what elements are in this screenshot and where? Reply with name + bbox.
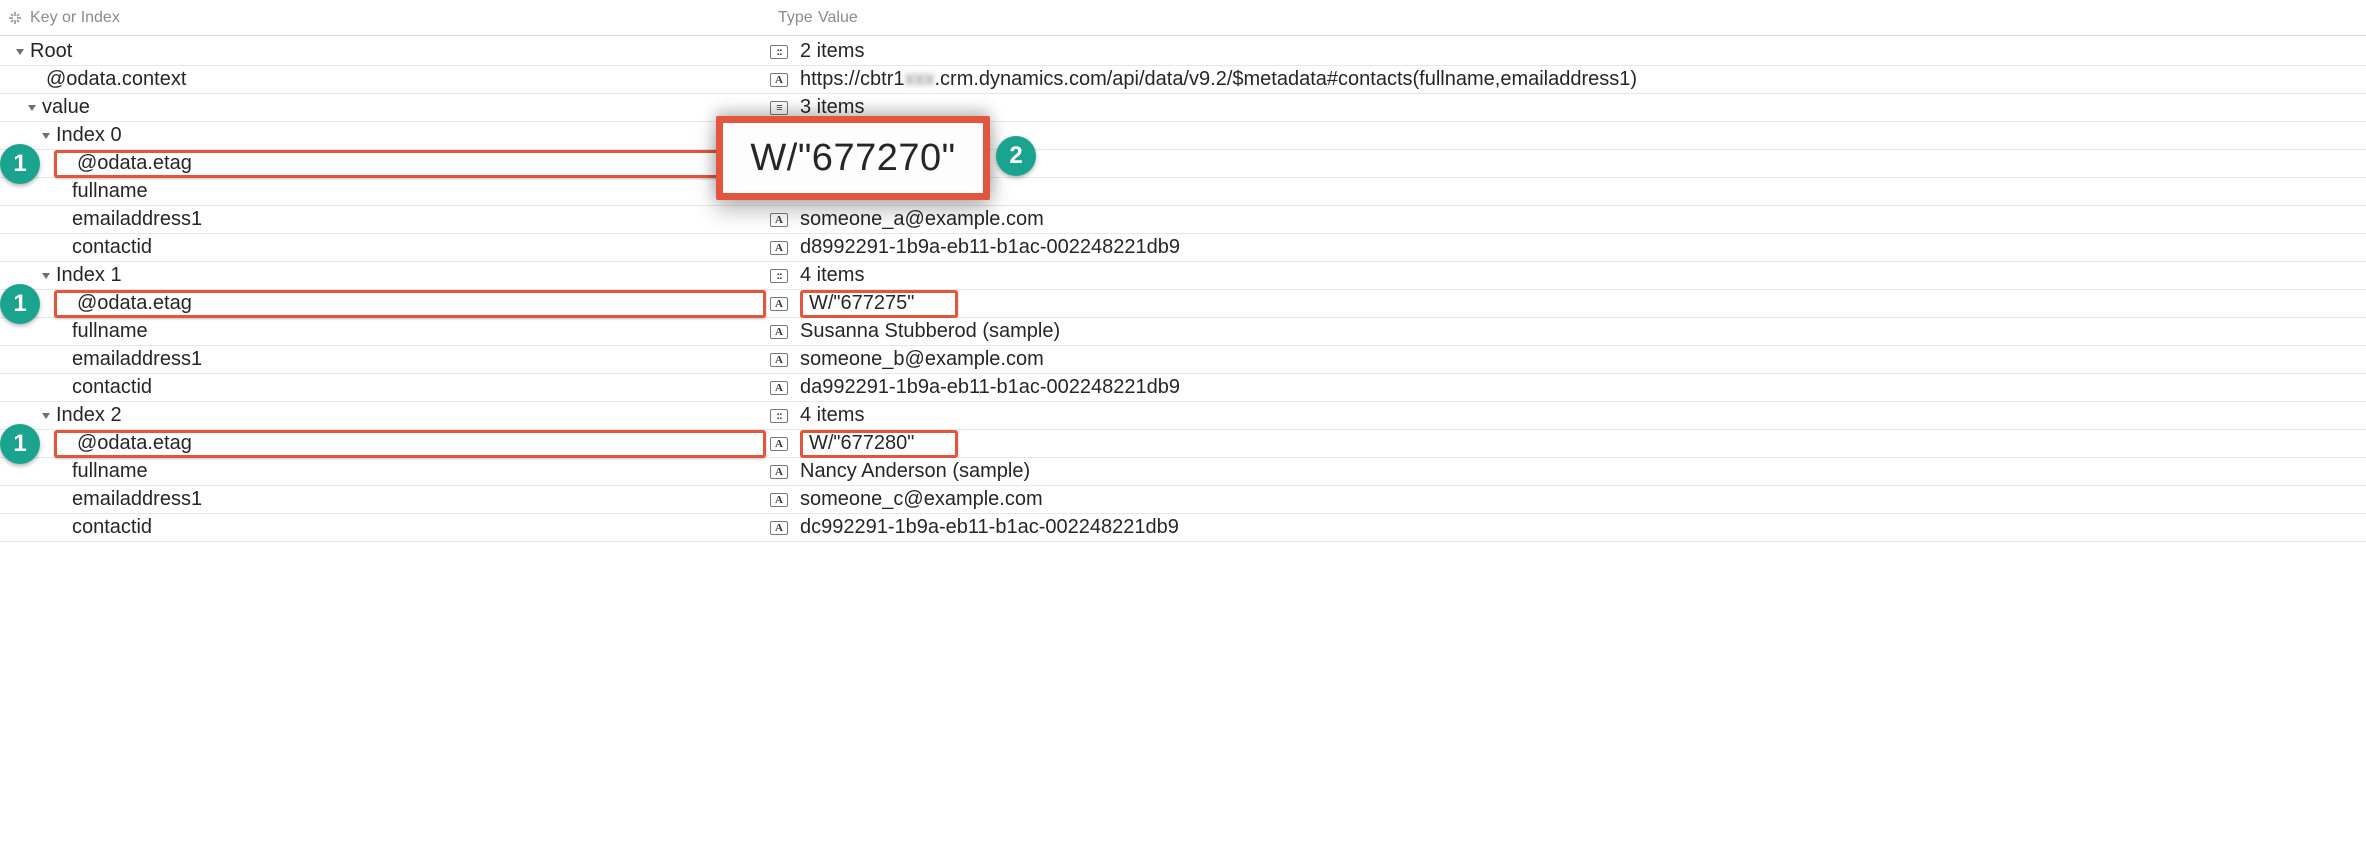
row-index-2-contactid[interactable]: contactid A dc992291-1b9a-eb11-b1ac-0022… (0, 514, 2366, 542)
callout-2: 2 (996, 136, 1036, 176)
zoom-value-box: W/"677270" (716, 116, 990, 200)
row-index-1-fullname[interactable]: fullname A Susanna Stubberod (sample) (0, 318, 2366, 346)
key-label: Index 2 (56, 404, 122, 427)
value-text: dc992291-1b9a-eb11-b1ac-002248221db9 (800, 516, 2360, 539)
type-string-icon: A (770, 381, 788, 395)
key-label: @odata.context (46, 68, 186, 91)
toggle-icon[interactable] (36, 122, 56, 150)
key-label: Index 0 (56, 124, 122, 147)
type-object-icon: :: (770, 269, 788, 283)
toggle-icon[interactable] (36, 402, 56, 430)
key-label: emailaddress1 (72, 348, 202, 371)
row-index-2-fullname[interactable]: fullname A Nancy Anderson (sample) (0, 458, 2366, 486)
value-text: someone_a@example.com (800, 208, 2360, 231)
key-label: contactid (72, 516, 152, 539)
value-text: Nancy Anderson (sample) (800, 460, 2360, 483)
type-string-icon: A (770, 297, 788, 311)
key-label: emailaddress1 (72, 488, 202, 511)
row-root[interactable]: Root :: 2 items (0, 38, 2366, 66)
zoom-value-text: W/"677270" (750, 137, 955, 180)
key-label: fullname (72, 460, 148, 483)
highlight-key-frame: @odata.etag (54, 430, 766, 458)
value-text: someone_c@example.com (800, 488, 2360, 511)
row-index-1-email[interactable]: emailaddress1 A someone_b@example.com (0, 346, 2366, 374)
header-value-label: Value (818, 9, 2366, 27)
highlight-value-frame: W/"677280" (800, 430, 958, 458)
row-index-1-etag[interactable]: 1 @odata.etag A W/"677275" (0, 290, 2366, 318)
value-text: https://cbtr1xxx.crm.dynamics.com/api/da… (800, 68, 2360, 91)
toggle-icon[interactable] (22, 94, 42, 122)
key-label: @odata.etag (63, 432, 192, 455)
row-index-1[interactable]: Index 1 :: 4 items (0, 262, 2366, 290)
row-index-2-email[interactable]: emailaddress1 A someone_c@example.com (0, 486, 2366, 514)
row-index-0-fullname[interactable]: fullname (0, 178, 2366, 206)
value-redacted: xxx (905, 68, 935, 90)
tree: Root :: 2 items @odata.context A https:/… (0, 36, 2366, 542)
type-string-icon: A (770, 241, 788, 255)
header-row: Key or Index Type Value (0, 0, 2366, 36)
key-label: value (42, 96, 90, 119)
value-suffix: .crm.dynamics.com/api/data/v9.2/$metadat… (935, 68, 1638, 90)
row-index-2[interactable]: Index 2 :: 4 items (0, 402, 2366, 430)
row-odata-context[interactable]: @odata.context A https://cbtr1xxx.crm.dy… (0, 66, 2366, 94)
key-label: @odata.etag (63, 152, 192, 175)
type-string-icon: A (770, 437, 788, 451)
row-index-0-email[interactable]: emailaddress1 A someone_a@example.com (0, 206, 2366, 234)
row-index-0[interactable]: Index 0 (0, 122, 2366, 150)
value-text: 2 items (800, 40, 2360, 63)
highlight-key-frame: @odata.etag (54, 150, 766, 178)
key-label: @odata.etag (63, 292, 192, 315)
value-text: W/"677275" (800, 290, 2360, 318)
type-string-icon: A (770, 325, 788, 339)
type-object-icon: :: (770, 45, 788, 59)
type-string-icon: A (770, 493, 788, 507)
value-text: d8992291-1b9a-eb11-b1ac-002248221db9 (800, 236, 2360, 259)
header-key-label: Key or Index (30, 9, 778, 27)
highlight-value-frame: W/"677275" (800, 290, 958, 318)
row-index-2-etag[interactable]: 1 @odata.etag A W/"677280" (0, 430, 2366, 458)
key-label: Root (30, 40, 72, 63)
type-string-icon: A (770, 73, 788, 87)
value-text: da992291-1b9a-eb11-b1ac-002248221db9 (800, 376, 2360, 399)
value-text: W/"677280" (800, 430, 2360, 458)
highlight-key-frame: @odata.etag (54, 290, 766, 318)
etag-value: W/"677275" (809, 292, 914, 315)
value-text: someone_b@example.com (800, 348, 2360, 371)
row-value-array[interactable]: value ≡ 3 items (0, 94, 2366, 122)
key-label: contactid (72, 236, 152, 259)
row-index-0-contactid[interactable]: contactid A d8992291-1b9a-eb11-b1ac-0022… (0, 234, 2366, 262)
toggle-icon[interactable] (10, 38, 30, 66)
key-label: fullname (72, 320, 148, 343)
row-index-0-etag[interactable]: 1 @odata.etag (0, 150, 2366, 178)
type-string-icon: A (770, 465, 788, 479)
type-array-icon: ≡ (770, 101, 788, 115)
value-text: Susanna Stubberod (sample) (800, 320, 2360, 343)
value-text: 3 items (800, 96, 2360, 119)
key-label: fullname (72, 180, 148, 203)
row-index-1-contactid[interactable]: contactid A da992291-1b9a-eb11-b1ac-0022… (0, 374, 2366, 402)
collapse-all-icon[interactable] (6, 9, 24, 27)
toggle-icon[interactable] (36, 262, 56, 290)
value-text: 4 items (800, 404, 2360, 427)
etag-value: W/"677280" (809, 432, 914, 455)
key-label: contactid (72, 376, 152, 399)
type-string-icon: A (770, 213, 788, 227)
value-prefix: https://cbtr1 (800, 68, 905, 90)
type-string-icon: A (770, 521, 788, 535)
value-text: 4 items (800, 264, 2360, 287)
type-object-icon: :: (770, 409, 788, 423)
key-label: Index 1 (56, 264, 122, 287)
type-string-icon: A (770, 353, 788, 367)
key-label: emailaddress1 (72, 208, 202, 231)
header-type-label: Type (778, 9, 818, 27)
